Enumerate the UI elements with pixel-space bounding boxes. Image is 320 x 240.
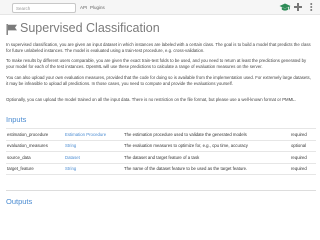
input-type-link[interactable]: Dataset xyxy=(65,151,124,164)
description-paragraph: In supervised classification, you are gi… xyxy=(6,42,311,54)
flag-icon xyxy=(6,22,18,35)
input-type-link[interactable]: String xyxy=(65,163,124,175)
input-requirement: optional xyxy=(291,140,316,152)
input-type-link[interactable]: Estimation Procedure xyxy=(65,128,124,141)
section-divider xyxy=(6,190,316,191)
inputs-table: estimation_procedure Estimation Procedur… xyxy=(6,128,316,175)
description-paragraph: To make results by different users compa… xyxy=(6,58,307,70)
input-requirement: required xyxy=(291,151,316,164)
input-description: The evaluation measures to optimize for,… xyxy=(124,140,291,152)
description-paragraph: Optionally, you can upload the model tra… xyxy=(6,97,296,102)
table-row: source_data Dataset The dataset and targ… xyxy=(6,151,316,164)
table-row: target_feature String The name of the da… xyxy=(6,163,316,175)
input-requirement: required xyxy=(291,128,316,141)
search-input[interactable] xyxy=(12,3,76,13)
inputs-heading: Inputs xyxy=(6,115,27,124)
outputs-heading: Outputs xyxy=(6,197,33,206)
nav-link-plugins[interactable]: Plugins xyxy=(90,5,105,10)
table-row: evaluation_measures String The evaluatio… xyxy=(6,140,316,152)
input-name: estimation_procedure xyxy=(6,128,65,141)
menu-icon[interactable] xyxy=(307,2,316,12)
input-description: The name of the dataset feature to be us… xyxy=(124,163,291,175)
graduation-cap-icon[interactable] xyxy=(279,2,291,12)
description-paragraph: You can also upload your own evaluation … xyxy=(6,75,311,87)
input-description: The estimation procedure used to validat… xyxy=(124,128,291,141)
input-type-link[interactable]: String xyxy=(65,140,124,152)
input-name: source_data xyxy=(6,151,65,164)
input-description: The dataset and target feature of a task xyxy=(124,151,291,164)
page-title: Supervised Classification xyxy=(20,21,160,35)
nav-link-api[interactable]: API xyxy=(80,5,87,10)
plus-icon[interactable] xyxy=(293,2,303,12)
input-requirement: required xyxy=(291,163,316,175)
input-name: target_feature xyxy=(6,163,65,175)
input-name: evaluation_measures xyxy=(6,140,65,152)
table-row: estimation_procedure Estimation Procedur… xyxy=(6,128,316,141)
top-navbar: API Plugins xyxy=(0,0,320,15)
